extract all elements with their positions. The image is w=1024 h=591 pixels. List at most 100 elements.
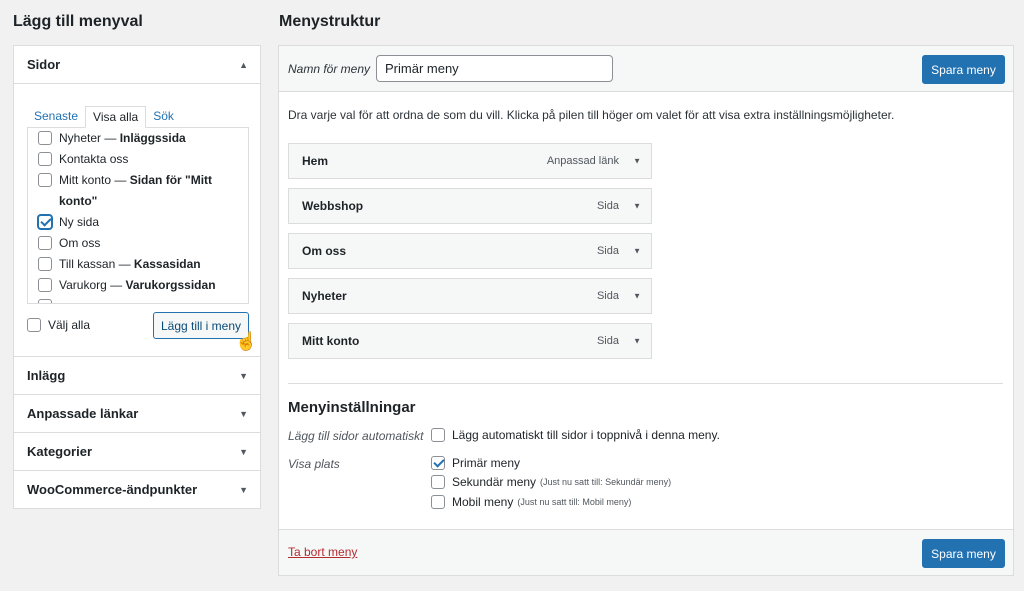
accordion-anpassade-lankar-header[interactable]: Anpassade länkar ▼ xyxy=(14,395,260,433)
location-mobile-checkbox[interactable] xyxy=(431,495,445,509)
menu-item-type: Anpassad länk xyxy=(546,155,619,167)
hand-pointer-icon: ☝ xyxy=(235,331,258,351)
auto-add-checkbox[interactable] xyxy=(431,428,445,442)
tab-sok[interactable]: Sök xyxy=(146,106,181,128)
page-checkbox[interactable] xyxy=(38,257,52,271)
menu-item-om-oss[interactable]: Om oss Sida ▼ xyxy=(288,233,652,269)
page-checkbox[interactable] xyxy=(38,299,52,303)
page-checkbox[interactable] xyxy=(38,173,52,187)
expand-arrow-icon[interactable]: ▼ xyxy=(633,202,641,211)
expand-arrow-icon: ▼ xyxy=(239,446,248,457)
auto-add-option[interactable]: Lägg automatiskt till sidor i toppnivå i… xyxy=(431,428,720,442)
accordion-label: Anpassade länkar xyxy=(27,406,139,421)
delete-menu-link[interactable]: Ta bort meny xyxy=(288,545,357,559)
select-all[interactable]: Välj alla xyxy=(27,318,90,332)
page-item-om-oss[interactable]: Om oss xyxy=(38,233,248,254)
accordion-sidor-header[interactable]: Sidor ▲ xyxy=(14,46,260,84)
accordion-woocommerce-header[interactable]: WooCommerce-ändpunkter ▼ xyxy=(14,471,260,509)
page-item-nyheter[interactable]: Nyheter — Inläggssida xyxy=(38,128,248,149)
accordion-label: Inlägg xyxy=(27,368,66,383)
menu-structure-panel: Namn för meny Spara meny Dra varje val f… xyxy=(278,45,1014,576)
menu-item-title: Om oss xyxy=(302,244,347,258)
tab-senaste[interactable]: Senaste xyxy=(27,106,85,128)
collapse-arrow-icon: ▲ xyxy=(239,59,248,70)
auto-add-label: Lägg till sidor automatiskt xyxy=(288,429,424,443)
page-item-till-kassan[interactable]: Till kassan — Kassasidan xyxy=(38,254,248,275)
expand-arrow-icon[interactable]: ▼ xyxy=(633,337,641,346)
page-checkbox[interactable] xyxy=(38,131,52,145)
accordion-inlagg-header[interactable]: Inlägg ▼ xyxy=(14,357,260,395)
auto-add-option-label: Lägg automatiskt till sidor i toppnivå i… xyxy=(452,428,720,442)
page-checkbox[interactable] xyxy=(38,278,52,292)
expand-arrow-icon: ▼ xyxy=(239,370,248,381)
page-item-varukorg[interactable]: Varukorg — Varukorgssidan xyxy=(38,275,248,296)
page-name: Varukorg xyxy=(59,278,107,292)
accordion-sidor-label: Sidor xyxy=(27,57,61,72)
page-name: Om oss xyxy=(59,236,101,250)
location-secondary[interactable]: Sekundär meny (Just nu satt till: Sekund… xyxy=(431,475,671,489)
menu-footer: Ta bort meny Spara meny xyxy=(279,529,1013,575)
accordion-kategorier-header[interactable]: Kategorier ▼ xyxy=(14,433,260,471)
menu-name-input[interactable] xyxy=(376,55,613,82)
menu-item-type: Sida xyxy=(596,290,619,302)
location-primary[interactable]: Primär meny xyxy=(431,456,520,470)
left-column-title: Lägg till menyval xyxy=(13,13,143,30)
page-checklist[interactable]: Nyheter — Inläggssida Kontakta oss Mitt … xyxy=(27,127,249,304)
page-suffix: Inläggssida xyxy=(119,131,186,145)
expand-arrow-icon[interactable]: ▼ xyxy=(633,157,641,166)
accordion-label: Kategorier xyxy=(27,444,93,459)
menu-item-nyheter[interactable]: Nyheter Sida ▼ xyxy=(288,278,652,314)
accordion-label: WooCommerce-ändpunkter xyxy=(27,482,198,497)
location-label: Visa plats xyxy=(288,457,340,471)
menu-name-label: Namn för meny xyxy=(288,62,371,76)
location-mobile[interactable]: Mobil meny (Just nu satt till: Mobil men… xyxy=(431,495,631,509)
pages-tabs: Senaste Visa alla Sök xyxy=(27,106,181,128)
page-name: Nyheter xyxy=(59,131,102,145)
page-item-ny-sida[interactable]: Ny sida xyxy=(38,212,248,233)
page-suffix: Varukorgssidan xyxy=(125,278,216,292)
menu-item-webbshop[interactable]: Webbshop Sida ▼ xyxy=(288,188,652,224)
menu-item-title: Hem xyxy=(302,154,329,168)
page-checkbox[interactable] xyxy=(38,236,52,250)
menu-header: Namn för meny Spara meny xyxy=(279,46,1013,92)
menu-item-type: Sida xyxy=(596,200,619,212)
accordion-sidor-body: Senaste Visa alla Sök Nyheter — Inläggss… xyxy=(14,84,260,357)
location-name: Sekundär meny xyxy=(452,475,537,489)
tab-visa-alla[interactable]: Visa alla xyxy=(85,106,147,128)
menu-item-title: Webbshop xyxy=(302,199,364,213)
divider xyxy=(288,383,1003,384)
select-all-label: Välj alla xyxy=(48,318,91,332)
menu-item-hem[interactable]: Hem Anpassad länk ▼ xyxy=(288,143,652,179)
page-item-mitt-konto[interactable]: Mitt konto — Sidan för "Mitt konto" xyxy=(38,170,248,212)
right-column-title: Menystruktur xyxy=(279,13,381,30)
location-secondary-checkbox[interactable] xyxy=(431,475,445,489)
location-primary-checkbox[interactable] xyxy=(431,456,445,470)
page-suffix: Kassasidan xyxy=(133,257,201,271)
location-name: Mobil meny xyxy=(452,495,514,509)
save-menu-button-top[interactable]: Spara meny xyxy=(922,55,1005,84)
expand-arrow-icon[interactable]: ▼ xyxy=(633,292,641,301)
page-item-kontakta-oss[interactable]: Kontakta oss xyxy=(38,149,248,170)
menu-item-type: Sida xyxy=(596,335,619,347)
page-name: Till kassan xyxy=(59,257,116,271)
expand-arrow-icon[interactable]: ▼ xyxy=(633,247,641,256)
page-item-partial[interactable] xyxy=(38,296,248,303)
location-note: (Just nu satt till: Sekundär meny) xyxy=(540,477,672,487)
menu-item-title: Mitt konto xyxy=(302,334,360,348)
menu-item-type: Sida xyxy=(596,245,619,257)
save-menu-button-bottom[interactable]: Spara meny xyxy=(922,539,1005,568)
add-menu-items-panel: Sidor ▲ Senaste Visa alla Sök Nyheter — … xyxy=(13,45,261,509)
page-name: Mitt konto xyxy=(59,173,112,187)
page-checkbox[interactable] xyxy=(38,152,52,166)
location-name: Primär meny xyxy=(452,456,521,470)
expand-arrow-icon: ▼ xyxy=(239,408,248,419)
menu-item-mitt-konto[interactable]: Mitt konto Sida ▼ xyxy=(288,323,652,359)
menu-settings-title: Menyinställningar xyxy=(288,399,416,416)
page-name: Ny sida xyxy=(59,215,100,229)
instructions-text: Dra varje val för att ordna de som du vi… xyxy=(288,108,895,122)
location-note: (Just nu satt till: Mobil meny) xyxy=(517,497,632,507)
page-name: Kontakta oss xyxy=(59,152,129,166)
page-checkbox-checked[interactable] xyxy=(38,215,52,229)
menu-item-title: Nyheter xyxy=(302,289,347,303)
select-all-checkbox[interactable] xyxy=(27,318,41,332)
